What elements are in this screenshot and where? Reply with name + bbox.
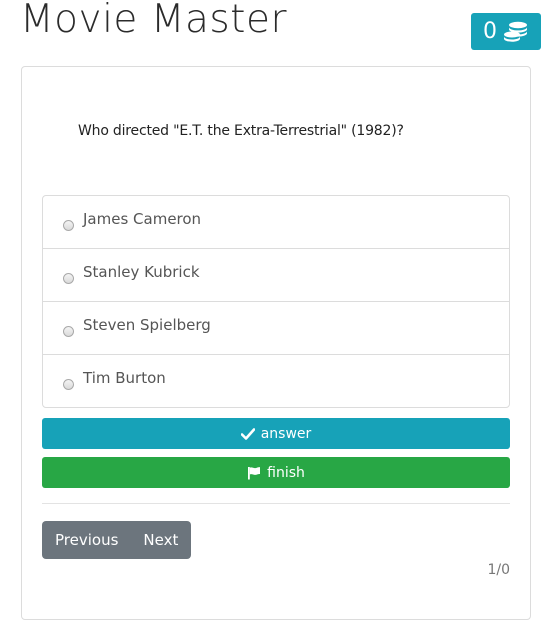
- radio-button[interactable]: [63, 272, 74, 284]
- answer-button[interactable]: answer: [42, 418, 510, 449]
- previous-button[interactable]: Previous: [42, 521, 131, 559]
- option-label: Stanley Kubrick: [83, 263, 200, 281]
- coins-icon: [503, 20, 529, 44]
- question-text: Who directed "E.T. the Extra-Terrestrial…: [78, 123, 404, 139]
- option-label: Steven Spielberg: [83, 316, 211, 334]
- radio-button[interactable]: [63, 219, 74, 231]
- pagination: Previous Next: [42, 521, 192, 559]
- option-steven-spielberg[interactable]: Steven Spielberg: [43, 302, 509, 355]
- next-button[interactable]: Next: [131, 521, 191, 559]
- question-progress: 1/0: [487, 562, 510, 578]
- option-label: James Cameron: [83, 210, 202, 228]
- option-james-cameron[interactable]: James Cameron: [43, 196, 509, 249]
- check-icon: [240, 427, 255, 440]
- page: Movie Master 0 Who directed "E.T. the Ex…: [0, 0, 550, 641]
- finish-label: finish: [267, 464, 305, 481]
- option-tim-burton[interactable]: Tim Burton: [43, 355, 509, 407]
- coin-badge[interactable]: 0: [471, 13, 541, 50]
- answer-label: answer: [260, 425, 312, 442]
- option-label: Tim Burton: [83, 369, 166, 387]
- answer-options: James Cameron Stanley Kubrick Steven Spi…: [42, 195, 510, 408]
- app-title: Movie Master: [20, 0, 288, 42]
- coin-count: 0: [483, 18, 497, 44]
- option-stanley-kubrick[interactable]: Stanley Kubrick: [43, 249, 509, 302]
- radio-button[interactable]: [63, 378, 74, 390]
- finish-button[interactable]: finish: [42, 457, 510, 488]
- radio-button[interactable]: [63, 325, 74, 337]
- quiz-card: Who directed "E.T. the Extra-Terrestrial…: [21, 66, 531, 620]
- divider: [42, 503, 510, 504]
- flag-icon: [247, 466, 261, 480]
